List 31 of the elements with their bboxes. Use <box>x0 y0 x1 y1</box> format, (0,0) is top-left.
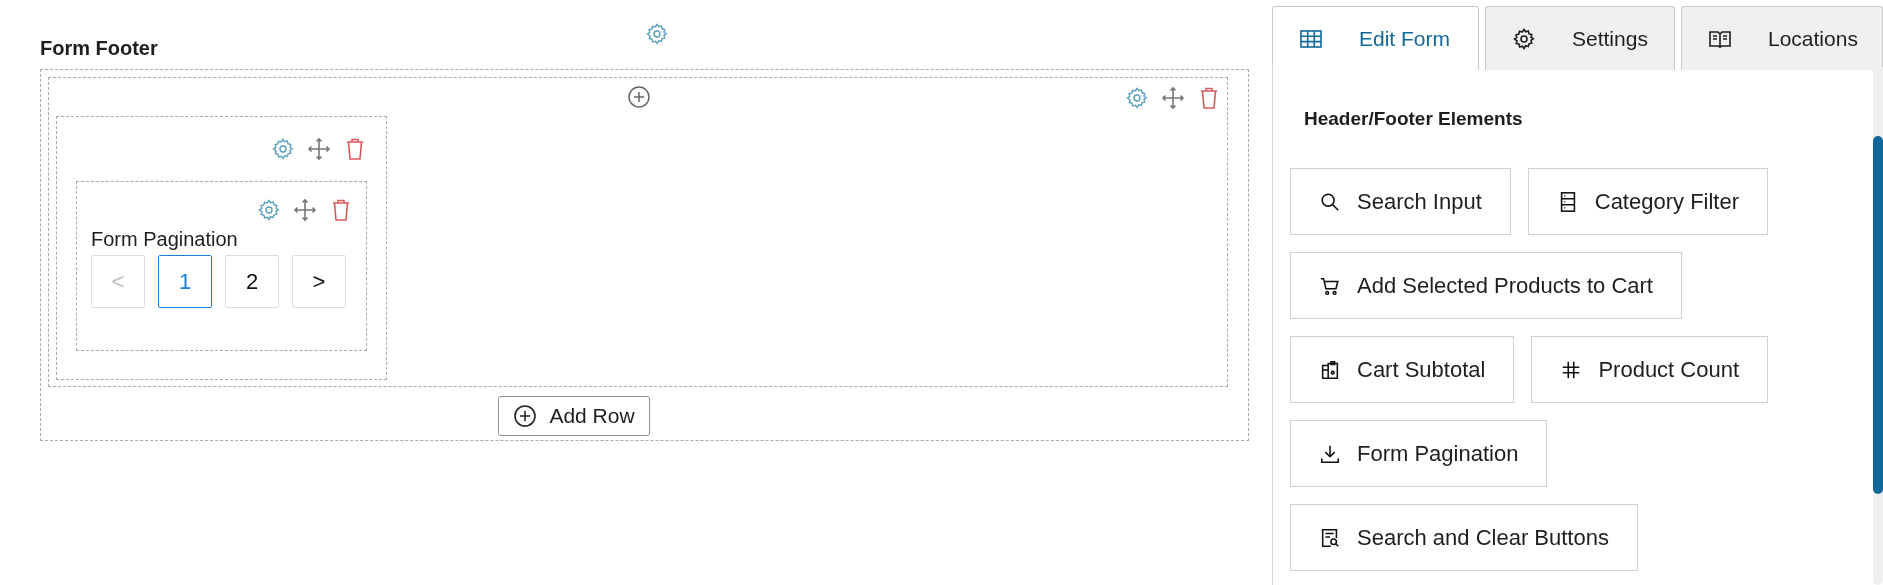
section-title: Form Footer <box>40 36 158 60</box>
scrollbar[interactable] <box>1873 64 1883 585</box>
settings-icon[interactable] <box>1125 86 1149 110</box>
element-button[interactable]: Cart Subtotal <box>1290 336 1515 403</box>
add-row-button[interactable]: Add Row <box>498 396 650 436</box>
element-button[interactable]: Form Pagination <box>1290 420 1548 487</box>
element-title: Form Pagination <box>91 228 239 251</box>
section-heading: Header/Footer Elements <box>1304 108 1524 130</box>
element-button[interactable]: Add Selected Products to Cart <box>1290 252 1682 319</box>
page-button[interactable]: 1 <box>158 255 212 308</box>
search-icon <box>1319 190 1341 213</box>
page-button[interactable]: 2 <box>225 255 279 308</box>
element-button[interactable]: Search Input <box>1290 168 1511 235</box>
settings-icon[interactable] <box>645 22 669 46</box>
clipboard-icon <box>1319 358 1341 381</box>
settings-icon[interactable] <box>257 198 281 222</box>
add-icon[interactable] <box>627 85 651 109</box>
tab[interactable]: Edit Form <box>1272 6 1479 70</box>
element-button[interactable]: Category Filter <box>1527 168 1769 235</box>
plus-circle-icon <box>513 404 538 428</box>
page-button[interactable]: > <box>292 255 346 308</box>
move-icon[interactable] <box>293 198 317 222</box>
tab[interactable]: Locations <box>1681 6 1883 70</box>
element-button[interactable]: Search and Clear Buttons <box>1290 504 1638 571</box>
settings-icon <box>1512 26 1536 51</box>
tab[interactable]: Settings <box>1485 6 1675 70</box>
move-icon[interactable] <box>1161 86 1185 110</box>
element-button[interactable]: Product Count <box>1531 336 1769 403</box>
settings-icon[interactable] <box>271 137 295 161</box>
move-icon[interactable] <box>307 137 331 161</box>
document-search-icon <box>1319 526 1341 549</box>
